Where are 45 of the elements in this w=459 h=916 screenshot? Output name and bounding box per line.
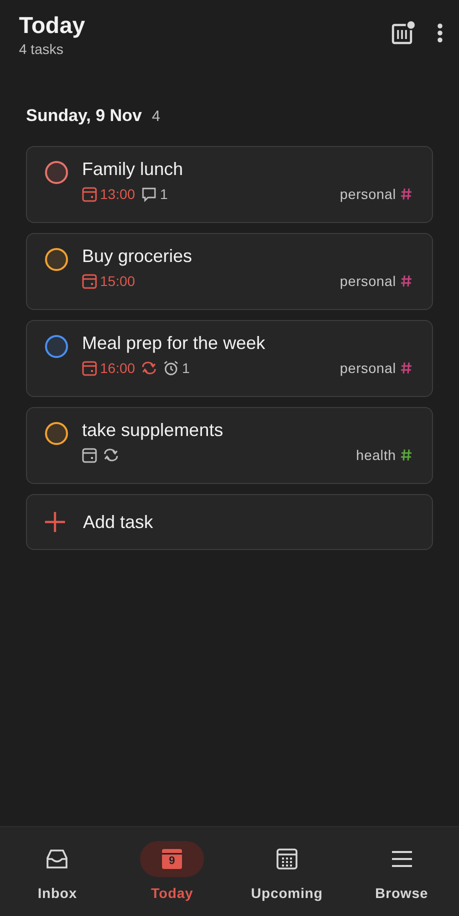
repeat-icon	[141, 361, 158, 375]
calendar-grid-icon	[276, 848, 298, 870]
task-card[interactable]: take supplements health	[26, 407, 433, 484]
project-label: personal	[340, 186, 396, 202]
page-title: Today	[19, 12, 86, 39]
task-checkbox[interactable]	[45, 161, 68, 184]
repeat-icon	[103, 448, 119, 462]
project-label: personal	[340, 360, 396, 376]
due-time: 15:00	[100, 273, 136, 289]
calendar-icon	[82, 360, 97, 376]
task-title: Family lunch	[82, 159, 184, 180]
task-title: Meal prep for the week	[82, 333, 266, 354]
board-view-icon[interactable]	[391, 20, 417, 46]
due-time: 13:00	[100, 186, 136, 202]
due-time: 16:00	[100, 360, 136, 376]
task-checkbox[interactable]	[45, 335, 68, 358]
comment-icon	[141, 186, 158, 202]
calendar-icon	[82, 448, 97, 462]
reminder-count: 1	[182, 360, 190, 376]
menu-icon	[390, 850, 413, 868]
task-card[interactable]: Buy groceries 15:00 personal	[26, 233, 433, 310]
task-checkbox[interactable]	[45, 248, 68, 271]
nav-tab[interactable]: Inbox	[0, 827, 115, 916]
task-card[interactable]: Meal prep for the week 16:00 1 personal	[26, 320, 433, 397]
more-options-icon[interactable]	[437, 23, 443, 43]
project-label: personal	[340, 273, 396, 289]
section-date: Sunday, 9 Nov	[26, 106, 142, 126]
nav-tab[interactable]: 9 Today	[114, 827, 230, 916]
task-count: 4 tasks	[19, 41, 64, 57]
task-title: take supplements	[82, 420, 224, 441]
alarm-icon	[163, 360, 180, 376]
calendar-icon	[82, 186, 97, 202]
nav-tab[interactable]: Upcoming	[230, 827, 344, 916]
plus-icon	[45, 512, 65, 532]
task-title: Buy groceries	[82, 246, 194, 267]
task-card[interactable]: Family lunch 13:00 1 personal	[26, 146, 433, 223]
task-checkbox[interactable]	[45, 422, 68, 445]
comment-count: 1	[160, 186, 168, 202]
project-label: health	[356, 447, 396, 463]
calendar-day-icon: 9	[162, 849, 182, 869]
calendar-icon	[82, 274, 97, 288]
section-count: 4	[152, 108, 160, 125]
inbox-icon	[46, 849, 68, 869]
nav-tab[interactable]: Browse	[344, 827, 459, 916]
add-task-button[interactable]: Add task	[26, 494, 433, 550]
